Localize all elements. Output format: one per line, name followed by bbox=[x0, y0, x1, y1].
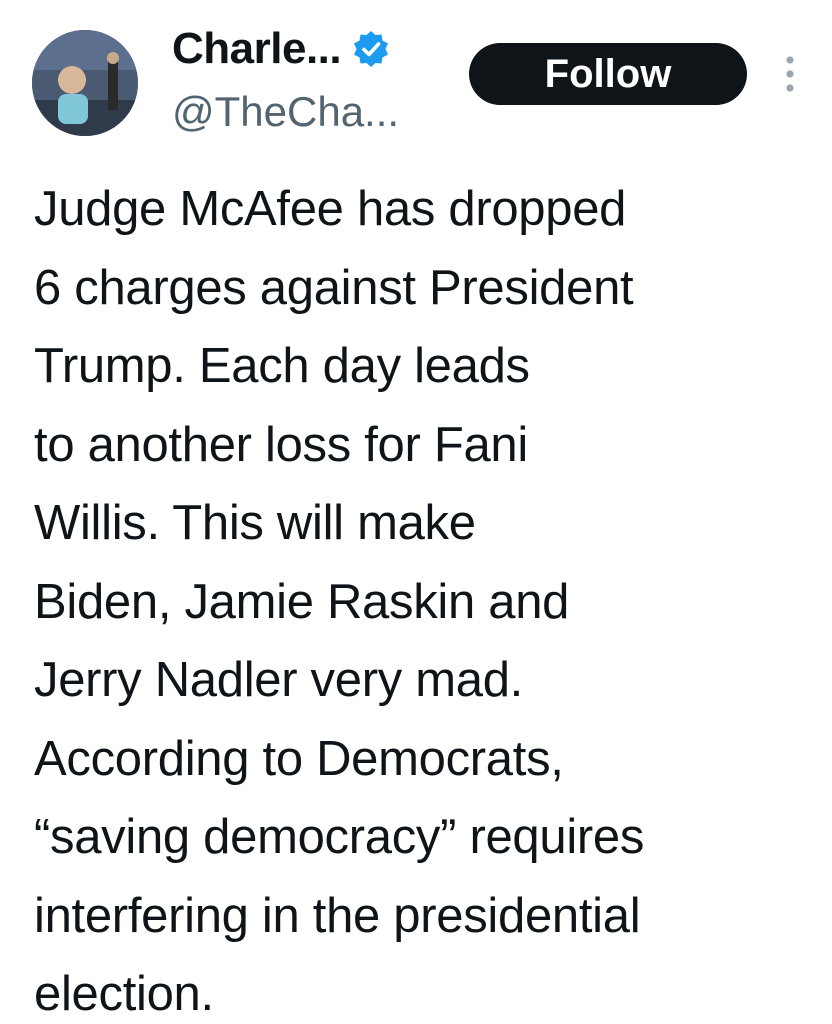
tweet-text-line: Willis. This will make bbox=[34, 496, 476, 550]
author-name-row: Charle... bbox=[172, 22, 391, 76]
tweet-text-line: Trump. Each day leads bbox=[34, 339, 530, 393]
tweet-text-line: 6 charges against President bbox=[34, 260, 634, 315]
tweet-text: Judge McAfee has dropped 6 charges again… bbox=[34, 170, 804, 1024]
tweet-text-line: election. bbox=[34, 967, 214, 1021]
author-handle[interactable]: @TheCha... bbox=[172, 88, 399, 136]
more-options-icon[interactable] bbox=[780, 54, 800, 94]
author-display-name[interactable]: Charle... bbox=[172, 24, 342, 74]
tweet-text-line: According to Democrats, bbox=[34, 731, 564, 786]
tweet-text-line: Judge McAfee has dropped bbox=[34, 182, 627, 236]
tweet-text-line: Biden, Jamie Raskin and bbox=[34, 574, 570, 629]
verified-badge-icon bbox=[351, 29, 391, 69]
follow-button[interactable]: Follow bbox=[469, 43, 747, 105]
tweet-header: Charle... @TheCha... Follow bbox=[0, 0, 832, 160]
tweet-text-line: to another loss for Fani bbox=[34, 417, 528, 472]
avatar-photo bbox=[32, 30, 138, 136]
tweet-text-line: Jerry Nadler very mad. bbox=[34, 653, 523, 707]
author-avatar[interactable] bbox=[32, 30, 138, 136]
tweet-text-line: interfering in the presidential bbox=[34, 888, 641, 943]
tweet-text-line: “saving democracy” requires bbox=[34, 810, 645, 864]
